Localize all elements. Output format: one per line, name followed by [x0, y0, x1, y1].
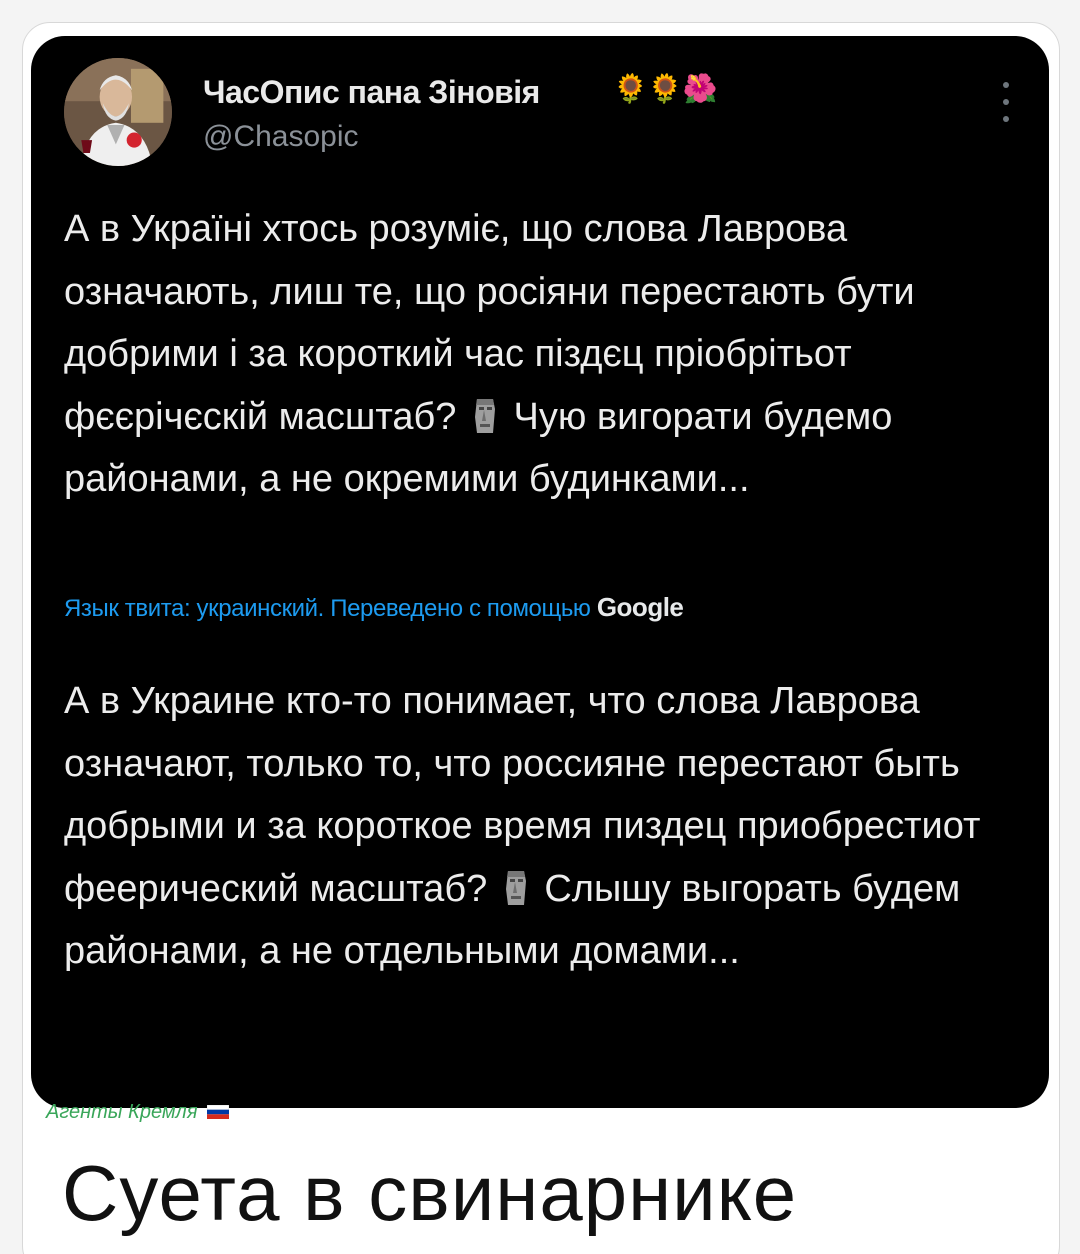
translation-note-text: Язык твита: украинский. Переведено с пом… [64, 595, 591, 622]
watermark-text: Агенты Кремля [46, 1101, 198, 1123]
avatar[interactable] [64, 58, 172, 166]
user-handle[interactable]: @Chasopic [203, 120, 359, 154]
tweet-card[interactable]: ЧасОпис пана Зіновія 🌻🌻🌺 @Chasopic А в У… [31, 36, 1049, 1108]
watermark: Агенты Кремля [46, 1101, 230, 1124]
moai-icon [471, 397, 499, 435]
caption: Суета в свинарнике [62, 1149, 798, 1237]
name-emojis: 🌻🌻🌺 [613, 72, 718, 105]
russian-flag-icon [207, 1105, 230, 1119]
translated-text: А в Украине кто-то понимает, что слова Л… [64, 670, 1024, 983]
more-options-icon[interactable] [1001, 82, 1011, 122]
tweet-text: А в Україні хтось розуміє, що слова Лавр… [64, 198, 1024, 511]
moai-icon [502, 869, 530, 907]
google-brand: Google [596, 592, 684, 622]
page: ЧасОпис пана Зіновія 🌻🌻🌺 @Chasopic А в У… [0, 0, 1080, 1254]
display-name[interactable]: ЧасОпис пана Зіновія [203, 74, 540, 111]
translation-note[interactable]: Язык твита: украинский. Переведено с пом… [64, 592, 684, 623]
profile-photo [64, 58, 172, 166]
